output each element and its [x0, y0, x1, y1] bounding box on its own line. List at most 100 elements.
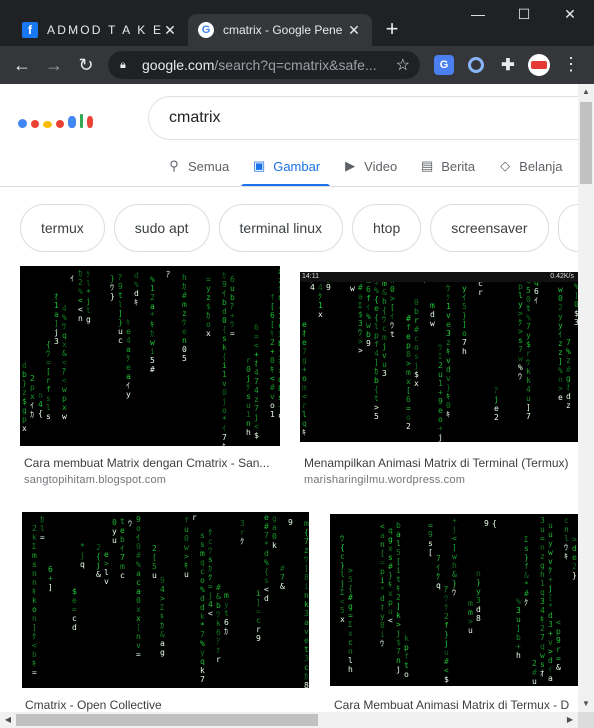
svg-text:w: w	[540, 651, 545, 660]
svg-text:6: 6	[230, 275, 235, 284]
svg-text:k: k	[200, 666, 205, 675]
svg-text:e: e	[572, 553, 577, 562]
svg-text:z: z	[22, 388, 27, 397]
svg-text:2: 2	[444, 612, 449, 621]
scrollbar-thumb[interactable]	[580, 102, 592, 184]
tab-video[interactable]: ▶ Video	[342, 146, 397, 186]
result-image-3[interactable]: 2 k ｴ m s n n ｷ k o n] ｸ < b ｷ = ｶ l = 6 +] $ e = c d * j q 2{j & e > l v 0…	[22, 512, 309, 688]
svg-text:2: 2	[30, 374, 35, 383]
forward-button[interactable]: →	[42, 53, 66, 77]
back-button[interactable]: ←	[10, 53, 34, 77]
google-doodle-logo[interactable]	[18, 108, 93, 128]
svg-text:>: >	[396, 620, 401, 629]
profile-avatar[interactable]	[528, 54, 550, 76]
scroll-up-icon[interactable]: ▲	[578, 84, 594, 100]
svg-text:{: {	[374, 385, 379, 394]
svg-text:>: >	[358, 346, 363, 355]
svg-text:m: m	[468, 599, 473, 608]
result-caption-1[interactable]: Cara membuat Matrix dengan Cmatrix - San…	[24, 456, 286, 470]
result-caption-3[interactable]: Cmatrix - Open Collective	[25, 698, 309, 712]
tab-gambar[interactable]: ▣ Gambar	[241, 146, 331, 187]
svg-text:i: i	[222, 361, 227, 370]
extension-ring-icon[interactable]	[466, 55, 486, 75]
svg-text:y: y	[224, 600, 229, 609]
svg-text:=: =	[206, 275, 211, 284]
svg-text:x: x	[414, 379, 419, 388]
svg-text:%: %	[516, 597, 521, 606]
reload-button[interactable]: ↻	[74, 53, 98, 77]
result-image-4[interactable]: ｳ{c} l j ｴ <5 x >5{# g = ｴ x c n l h < a n[= p i * d ｵ y 8 i ｳ q g x s…	[330, 514, 578, 686]
svg-text:<: <	[380, 522, 385, 531]
chip-htop[interactable]: htop	[352, 204, 422, 252]
svg-text:<: <	[254, 422, 259, 431]
result-domain-2[interactable]: marisharingilmu.wordpress.com	[304, 474, 578, 486]
svg-text:{: {	[492, 519, 497, 528]
svg-text:ｳ: ｳ	[390, 321, 394, 330]
svg-text:$: $	[526, 340, 531, 349]
svg-text:ｳ: ｳ	[340, 534, 344, 543]
svg-text:x: x	[62, 340, 67, 349]
new-tab-button[interactable]: +	[380, 18, 404, 42]
svg-text:c: c	[382, 324, 387, 333]
chip-sudo-apt[interactable]: sudo apt	[113, 204, 210, 252]
result-domain-1[interactable]: sangtopihitam.blogspot.com	[24, 474, 286, 486]
result-image-1[interactable]: d b} z $ g p x 2 p x ｲｶ n 4{{ｳ =[r f s l s ｵ 1 a] j 3 4% ｳ q x & < ｱ <…	[20, 266, 280, 446]
svg-text:7: 7	[304, 537, 309, 546]
svg-text:7: 7	[436, 554, 441, 563]
svg-text:u: u	[444, 648, 449, 657]
scrollbar-thumb[interactable]	[16, 714, 318, 726]
google-translate-extension-icon[interactable]: G	[434, 55, 454, 75]
svg-text:$: $	[414, 370, 419, 379]
svg-text:ｸ: ｸ	[524, 598, 528, 607]
close-tab-icon[interactable]: ✕	[346, 22, 362, 39]
scroll-down-icon[interactable]: ▼	[578, 696, 594, 712]
svg-text:9: 9	[556, 636, 561, 645]
svg-text:o: o	[222, 406, 227, 415]
chip-screensaver[interactable]: screensaver	[430, 204, 549, 252]
horizontal-scrollbar[interactable]: ◀ ▶	[0, 712, 578, 728]
minimize-icon[interactable]: —	[468, 6, 488, 26]
scroll-right-icon[interactable]: ▶	[562, 712, 578, 728]
maximize-icon[interactable]: ☐	[514, 6, 534, 26]
bookmark-star-icon[interactable]: ☆	[396, 55, 410, 75]
close-window-icon[interactable]: ✕	[560, 6, 580, 26]
tab-belanja[interactable]: ◇ Belanja	[497, 146, 562, 186]
svg-text:ｸ: ｸ	[436, 572, 440, 581]
svg-text:w: w	[430, 319, 435, 328]
result-caption-4[interactable]: Cara Membuat Animasi Matrix di Termux - …	[334, 698, 578, 712]
svg-text:ｳ: ｳ	[182, 318, 186, 327]
svg-text:j: j	[54, 328, 59, 337]
svg-text:>: >	[104, 559, 109, 568]
svg-text:*: *	[80, 542, 85, 551]
svg-text:ｳ: ｳ	[446, 284, 450, 293]
tab-berita[interactable]: ▤ Berita	[419, 146, 475, 186]
chip-termux[interactable]: termux	[20, 204, 105, 252]
chip-terminal-linux[interactable]: terminal linux	[218, 204, 343, 252]
browser-tab-cmatrix[interactable]: G cmatrix - Google Pene ✕	[188, 14, 372, 46]
scroll-left-icon[interactable]: ◀	[0, 712, 16, 728]
result-caption-2[interactable]: Menampilkan Animasi Matrix di Terminal (…	[304, 456, 578, 470]
svg-text:x: x	[388, 544, 393, 553]
vertical-scrollbar[interactable]: ▲ ▼	[578, 84, 594, 712]
svg-text:i: i	[304, 582, 309, 591]
svg-text:8: 8	[278, 384, 280, 393]
close-tab-icon[interactable]: ✕	[162, 22, 178, 39]
browser-tab-admod[interactable]: f ADMOD T A K E W A ✕	[12, 14, 188, 46]
svg-text:$: $	[206, 302, 211, 311]
tab-label: Belanja	[519, 158, 563, 174]
search-input[interactable]: cmatrix	[148, 96, 588, 140]
extensions-puzzle-icon[interactable]: ✚	[498, 55, 518, 75]
svg-text:ｶ: ｶ	[182, 282, 186, 291]
tab-title: cmatrix - Google Pene	[223, 23, 343, 37]
tab-semua[interactable]: ⚲ Semua	[166, 146, 229, 186]
svg-text:<: <	[302, 392, 307, 401]
svg-text:t: t	[526, 304, 531, 313]
address-bar[interactable]: 🔒︎ google.com/search?q=cmatrix&safe... ☆	[108, 51, 420, 79]
svg-text:*: *	[150, 311, 155, 320]
svg-text:h: h	[452, 561, 457, 570]
svg-text:<: <	[264, 585, 269, 594]
svg-text:k: k	[396, 611, 401, 620]
svg-text:ｷ: ｷ	[184, 561, 188, 570]
result-image-2[interactable]: eｵe7g+om<rlqｷp4t4ｸ1xg9ｴwq#aｴ$3ｳ>>&6fｲ%wb…	[300, 272, 578, 442]
browser-menu-icon[interactable]: ⋮	[562, 54, 580, 75]
